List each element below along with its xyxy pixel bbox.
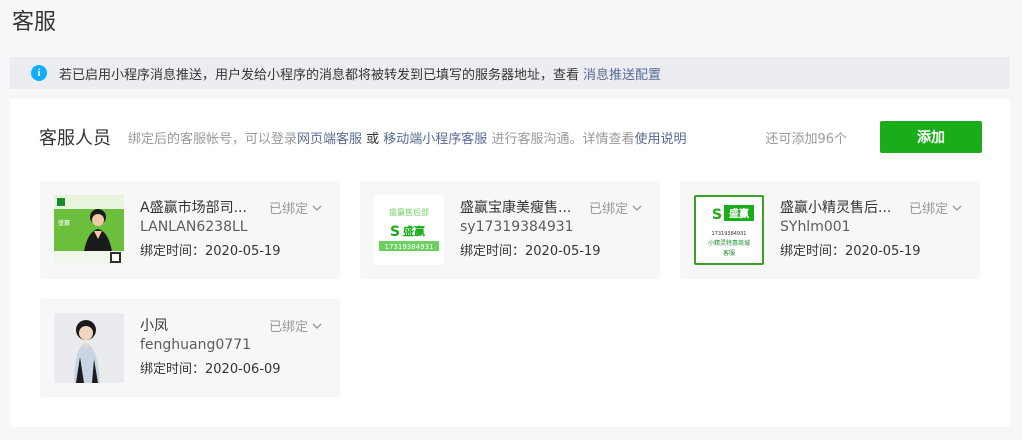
svg-text:盛赢: 盛赢 — [58, 219, 70, 227]
agent-account: LANLAN6238LL — [140, 219, 248, 235]
bind-time: 绑定时间：2020-05-19 — [140, 240, 281, 259]
bind-status-dropdown[interactable]: 已绑定 — [589, 198, 642, 217]
bind-status-label: 已绑定 — [269, 320, 309, 335]
agent-name: 盛赢小精灵售后... — [780, 200, 892, 216]
svg-text:S: S — [390, 224, 400, 240]
page-title: 客服 — [12, 10, 57, 35]
agent-name: 小凤 — [140, 318, 168, 334]
bind-status-label: 已绑定 — [589, 202, 629, 217]
desc-prefix: 绑定后的客服帐号，可以登录 — [128, 131, 298, 147]
agent-account: sy17319384931 — [460, 219, 574, 235]
agent-name: A盛赢市场部司... — [140, 200, 247, 216]
svg-text:17319384931: 17319384931 — [385, 243, 434, 251]
svg-text:17319384931: 17319384931 — [712, 231, 747, 237]
avatar — [54, 313, 124, 383]
chevron-down-icon — [312, 205, 322, 211]
bind-status-dropdown[interactable]: 已绑定 — [269, 198, 322, 217]
chevron-down-icon — [632, 205, 642, 211]
mobile-client-link[interactable]: 移动端小程序客服 — [383, 132, 487, 147]
info-icon: i — [31, 65, 47, 81]
agent-card: 小凤 已绑定 fenghuang0771 绑定时间：2020-06-09 — [40, 299, 340, 397]
bind-status-dropdown[interactable]: 已绑定 — [909, 198, 962, 217]
bind-date: 2020-05-19 — [205, 244, 281, 259]
bind-time-label: 绑定时间： — [460, 244, 526, 259]
bind-status-dropdown[interactable]: 已绑定 — [269, 316, 322, 335]
bind-date: 2020-05-19 — [525, 244, 601, 259]
customer-service-panel: 客服人员 绑定后的客服帐号，可以登录网页端客服 或 移动端小程序客服 进行客服沟… — [10, 99, 1010, 427]
agent-card: S 盛赢 17319384931 小精灵特惠商城 客服 盛赢小精灵售后... 已… — [680, 181, 980, 279]
avatar: S 盛赢 17319384931 小精灵特惠商城 客服 — [694, 195, 764, 265]
bind-time-label: 绑定时间： — [140, 244, 206, 259]
message-push-config-link[interactable]: 消息推送配置 — [583, 64, 661, 83]
svg-text:盛赢: 盛赢 — [403, 224, 425, 238]
bind-time: 绑定时间：2020-06-09 — [140, 358, 281, 377]
usage-guide-link[interactable]: 使用说明 — [634, 132, 686, 147]
notice-bar: i 若已启用小程序消息推送，用户发给小程序的消息都将被转发到已填写的服务器地址，… — [10, 57, 1010, 89]
bind-time: 绑定时间：2020-05-19 — [780, 240, 921, 259]
svg-text:S: S — [712, 207, 722, 223]
agent-name: 盛赢宝康美瘦售... — [460, 200, 572, 216]
svg-text:盛赢: 盛赢 — [729, 207, 749, 220]
svg-text:小精灵特惠商城: 小精灵特惠商城 — [708, 239, 750, 247]
bind-time-label: 绑定时间： — [780, 244, 846, 259]
desc-suffix: 进行客服沟通。详情查看 — [487, 131, 635, 147]
bind-date: 2020-05-19 — [845, 244, 921, 259]
panel-header: 客服人员 绑定后的客服帐号，可以登录网页端客服 或 移动端小程序客服 进行客服沟… — [39, 121, 982, 153]
web-client-link[interactable]: 网页端客服 — [297, 132, 362, 147]
notice-text: 若已启用小程序消息推送，用户发给小程序的消息都将被转发到已填写的服务器地址，查看 — [59, 67, 580, 83]
bind-date: 2020-06-09 — [205, 362, 281, 377]
avatar: 盛赢 — [54, 195, 124, 265]
panel-description: 绑定后的客服帐号，可以登录网页端客服 或 移动端小程序客服 进行客服沟通。详情查… — [128, 128, 686, 147]
bind-time: 绑定时间：2020-05-19 — [460, 240, 601, 259]
avatar: 盛赢售后部 S 盛赢 17319384931 — [374, 195, 444, 265]
remaining-count: 还可添加96个 — [765, 131, 847, 147]
add-button[interactable]: 添加 — [880, 121, 982, 153]
chevron-down-icon — [952, 205, 962, 211]
agent-card: 盛赢 A盛赢市场部司... 已绑定 LANLAN6238LL 绑定时间：2020… — [40, 181, 340, 279]
desc-mid: 或 — [362, 131, 384, 147]
bind-time-label: 绑定时间： — [140, 362, 206, 377]
agent-account: fenghuang0771 — [140, 337, 252, 353]
svg-text:客服: 客服 — [723, 249, 735, 257]
agent-account: SYhlm001 — [780, 219, 851, 235]
chevron-down-icon — [312, 323, 322, 329]
agent-card: 盛赢售后部 S 盛赢 17319384931 盛赢宝康美瘦售... 已绑定 sy… — [360, 181, 660, 279]
panel-title: 客服人员 — [39, 128, 111, 149]
bind-status-label: 已绑定 — [909, 202, 949, 217]
bind-status-label: 已绑定 — [269, 202, 309, 217]
svg-text:盛赢售后部: 盛赢售后部 — [389, 207, 429, 217]
